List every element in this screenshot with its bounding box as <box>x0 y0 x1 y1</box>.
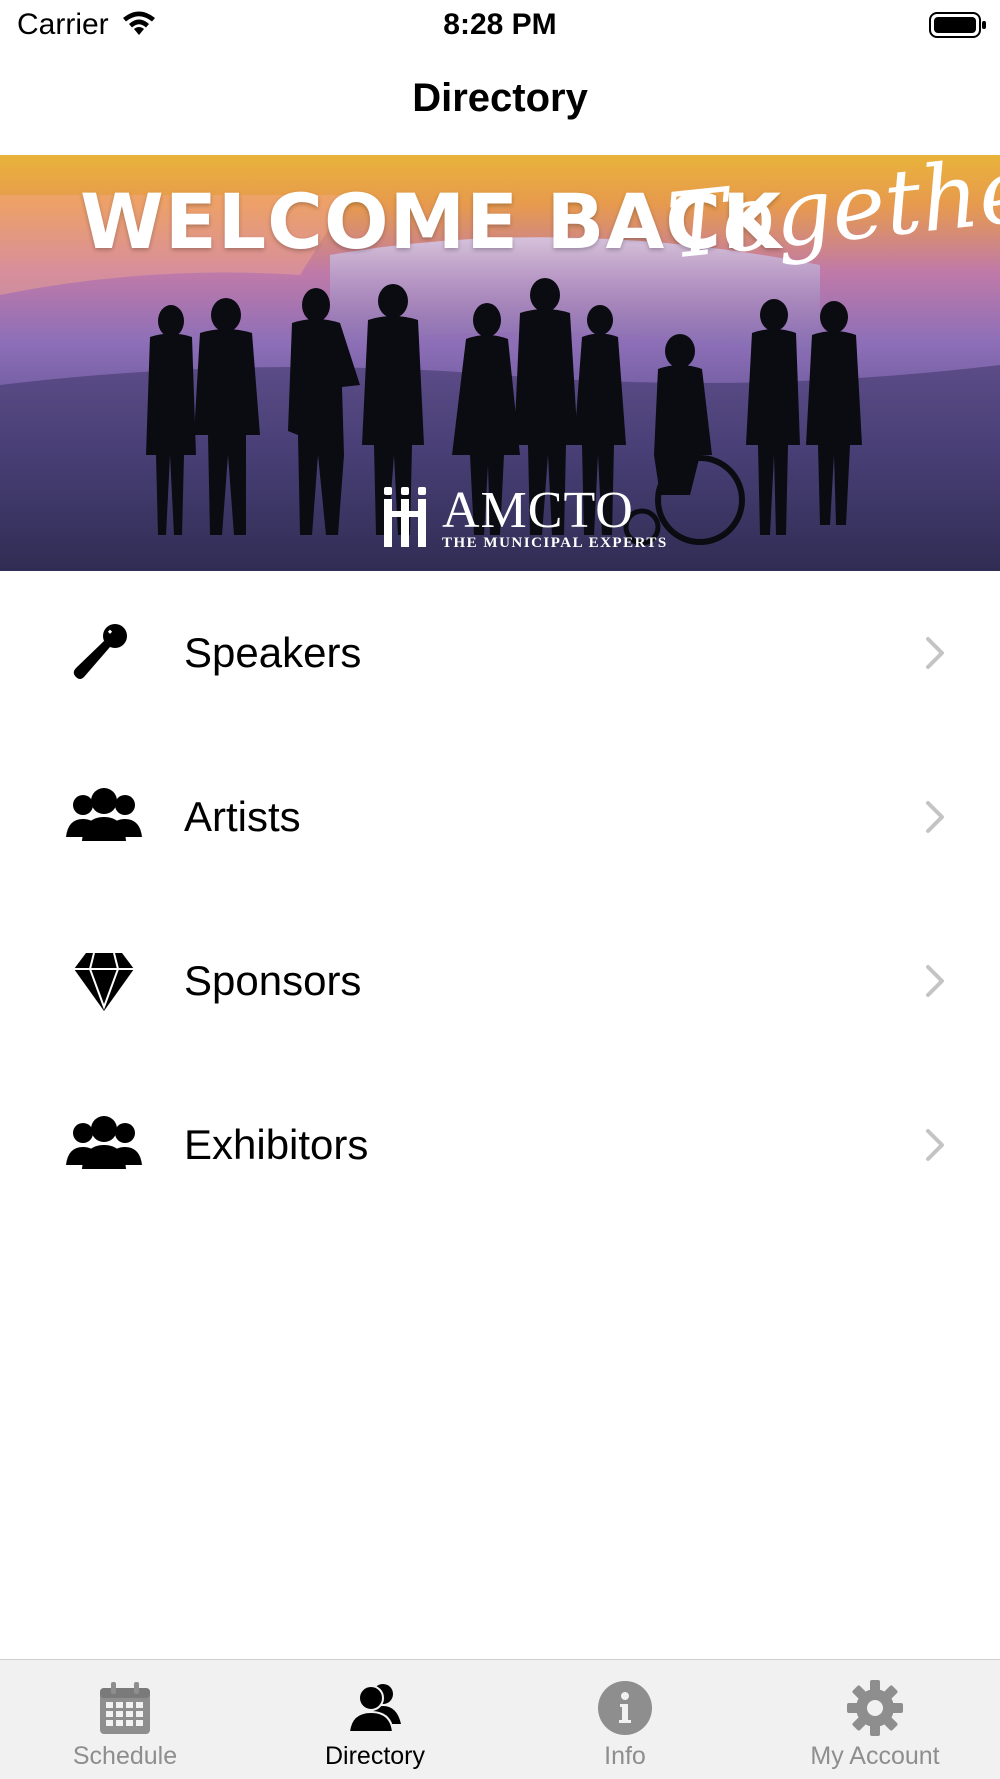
tab-info[interactable]: Info <box>500 1660 750 1779</box>
gear-icon <box>847 1680 903 1736</box>
info-icon <box>598 1681 652 1735</box>
directory-item-speakers[interactable]: Speakers <box>0 571 1000 735</box>
tab-schedule[interactable]: Schedule <box>0 1660 250 1779</box>
tab-bar: Schedule Directory Info My Account <box>0 1659 1000 1779</box>
chevron-right-icon <box>926 1129 944 1161</box>
banner-logo-tagline: THE MUNICIPAL EXPERTS <box>442 535 668 551</box>
calendar-icon <box>100 1682 150 1734</box>
directory-item-sponsors[interactable]: Sponsors <box>0 899 1000 1063</box>
directory-item-label: Sponsors <box>184 957 362 1004</box>
welcome-banner: WELCOME BACK Together AMCTO THE MUNICIPA… <box>0 155 1000 571</box>
chevron-right-icon <box>926 637 944 669</box>
page-title: Directory <box>412 76 588 120</box>
microphone-icon <box>66 621 142 685</box>
directory-item-label: Speakers <box>184 629 362 676</box>
chevron-right-icon <box>926 965 944 997</box>
banner-logo-name: AMCTO <box>442 482 634 539</box>
amcto-logo-icon <box>384 487 426 547</box>
tab-my-account[interactable]: My Account <box>750 1660 1000 1779</box>
diamond-icon <box>66 949 142 1013</box>
tab-directory[interactable]: Directory <box>250 1660 500 1779</box>
directory-item-label: Artists <box>184 793 301 840</box>
tab-label: Schedule <box>72 1742 178 1770</box>
battery-icon <box>929 12 986 38</box>
tab-label: Info <box>604 1742 646 1770</box>
directory-item-exhibitors[interactable]: Exhibitors <box>0 1063 1000 1227</box>
directory-item-label: Exhibitors <box>184 1121 369 1168</box>
chevron-right-icon <box>926 801 944 833</box>
tab-label: My Account <box>810 1742 940 1770</box>
people-icon <box>347 1684 401 1733</box>
status-bar: Carrier 8:28 PM <box>0 0 1000 50</box>
tab-label: Directory <box>324 1742 425 1770</box>
group-icon <box>66 785 142 849</box>
status-time: 8:28 PM <box>443 8 557 41</box>
group-icon <box>66 1113 142 1177</box>
directory-item-artists[interactable]: Artists <box>0 735 1000 899</box>
